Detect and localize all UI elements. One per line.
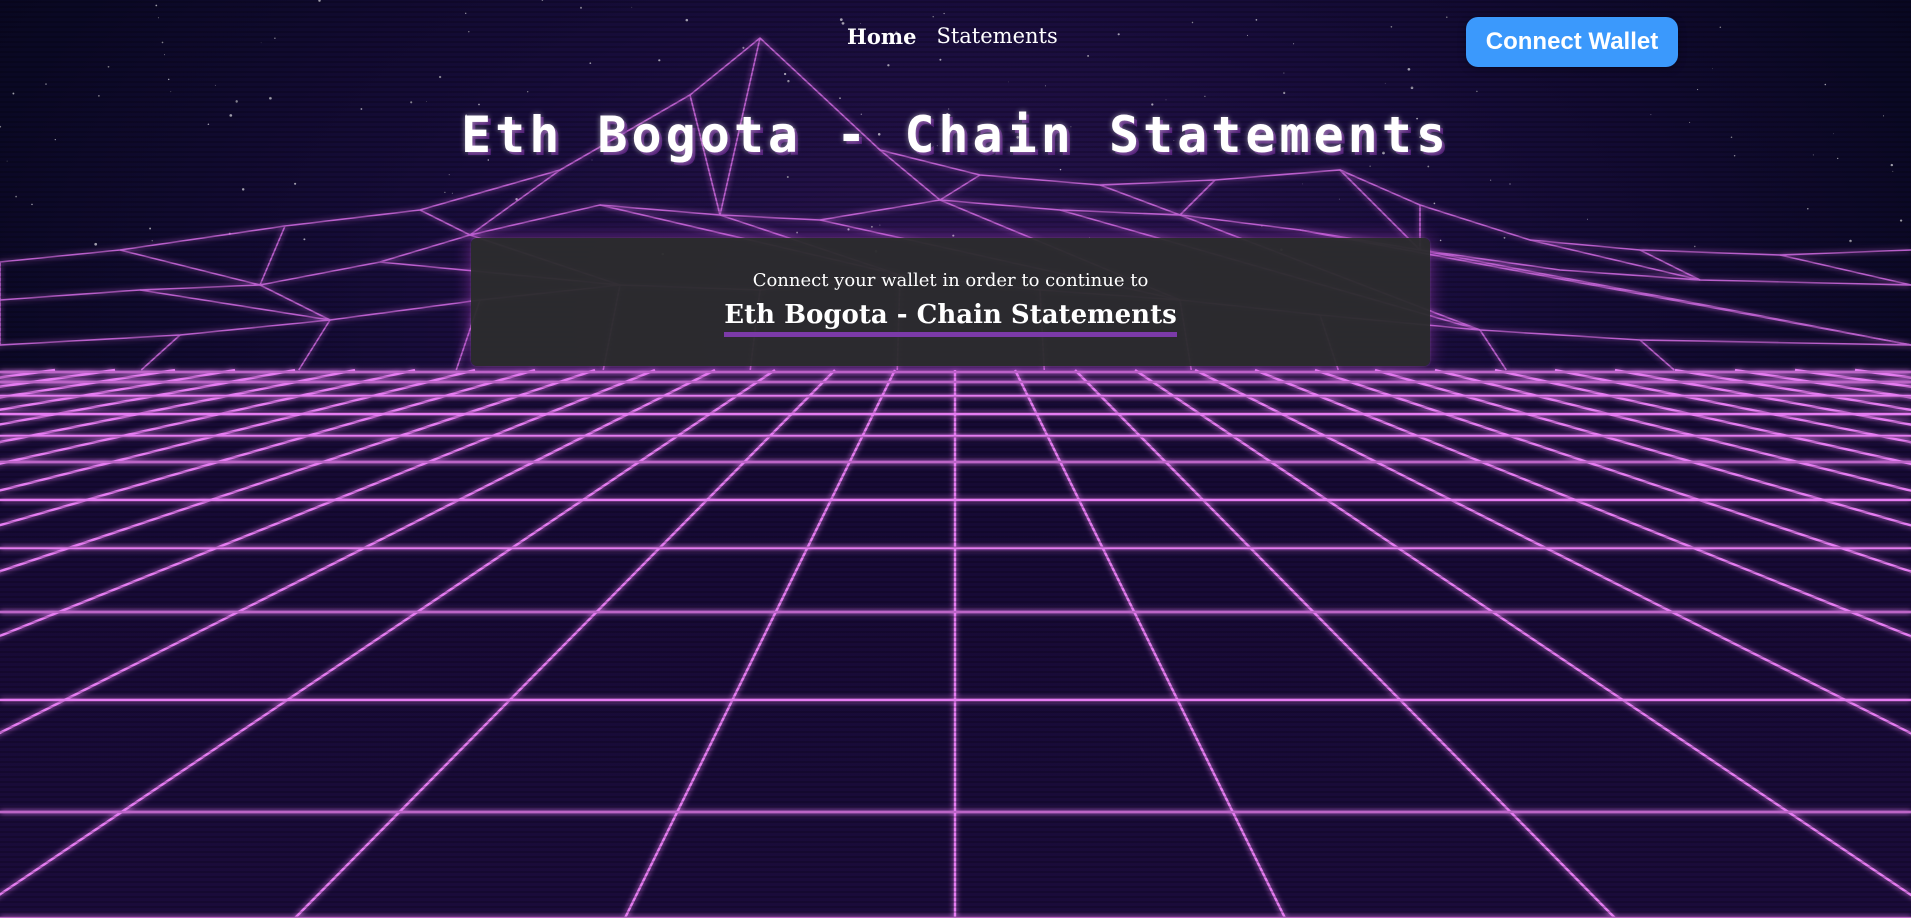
connect-prompt-card: Connect your wallet in order to continue… xyxy=(471,238,1430,366)
page-title: Eth Bogota - Chain Statements xyxy=(461,106,1450,164)
connect-prompt-text: Connect your wallet in order to continue… xyxy=(752,270,1149,291)
top-nav: Home Statements xyxy=(847,24,1058,49)
connect-wallet-button[interactable]: Connect Wallet xyxy=(1466,17,1678,67)
nav-home-link[interactable]: Home xyxy=(847,24,916,49)
app-name-wrapper: Eth Bogota - Chain Statements xyxy=(471,300,1430,337)
page: Home Statements Connect Wallet Eth Bogot… xyxy=(0,0,1911,918)
nav-statements-link[interactable]: Statements xyxy=(936,24,1057,49)
app-name-heading: Eth Bogota - Chain Statements xyxy=(724,300,1177,337)
